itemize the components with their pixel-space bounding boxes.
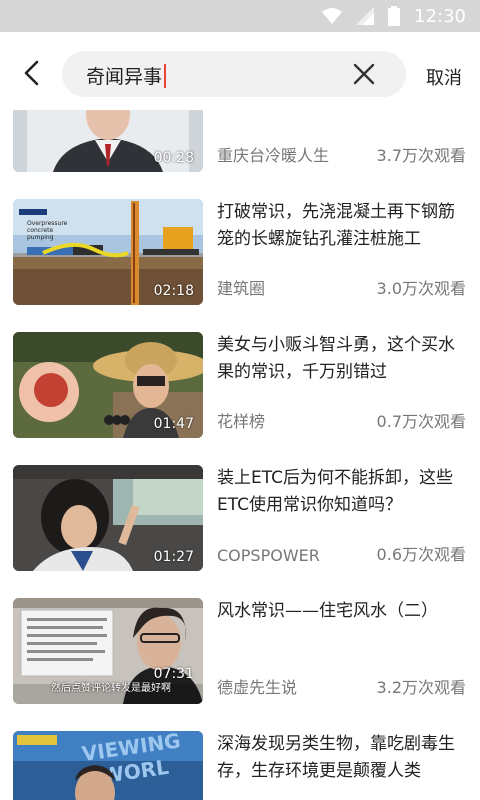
status-bar: 12:30: [0, 0, 480, 32]
cell-signal-icon: [356, 7, 375, 25]
video-thumbnail[interactable]: VIEWING WORL: [13, 731, 203, 800]
wifi-icon: [322, 8, 343, 24]
video-thumbnail[interactable]: 然后点赞评论转发是最好啊 07:31: [13, 598, 203, 704]
svg-text:concrete: concrete: [27, 227, 53, 234]
video-thumbnail[interactable]: 00:28: [13, 110, 203, 172]
channel-name[interactable]: COPSPOWER: [217, 546, 320, 565]
battery-icon: [388, 6, 401, 26]
channel-name[interactable]: 建筑圈: [217, 275, 265, 299]
cancel-button[interactable]: 取消: [426, 64, 462, 90]
video-result-item[interactable]: 然后点赞评论转发是最好啊 07:31 风水常识——住宅风水（二） 德虚先生说 3…: [0, 598, 480, 706]
view-count: 3.2万次观看: [376, 678, 466, 697]
video-duration: 00:28: [153, 150, 194, 166]
svg-text:pumping: pumping: [27, 234, 54, 241]
chevron-left-icon: [24, 60, 39, 86]
view-count: 0.6万次观看: [376, 545, 466, 564]
search-results-list[interactable]: 00:28 重庆台冷暖人生 3.7万次观看 Overpressure concr…: [0, 110, 480, 800]
video-result-item[interactable]: VIEWING WORL 深海发现另类生物，靠吃剧毒生存，生存环境更是颠覆人类: [0, 731, 480, 800]
video-result-item[interactable]: Overpressure concrete pumping 02:18 打破常识…: [0, 199, 480, 307]
channel-name[interactable]: 重庆台冷暖人生: [217, 142, 329, 166]
video-title[interactable]: 深海发现另类生物，靠吃剧毒生存，生存环境更是颠覆人类: [217, 731, 469, 785]
back-button[interactable]: [14, 56, 48, 90]
video-duration: 01:47: [153, 416, 194, 432]
view-count: 3.0万次观看: [376, 279, 466, 298]
search-box[interactable]: 奇闻异事: [62, 51, 406, 97]
channel-name[interactable]: 花样榜: [217, 408, 265, 432]
video-thumbnail[interactable]: 01:27: [13, 465, 203, 571]
video-result-item[interactable]: 01:27 装上ETC后为何不能拆卸，这些ETC使用常识你知道吗？ COPSPO…: [0, 465, 480, 573]
video-thumbnail[interactable]: Overpressure concrete pumping 02:18: [13, 199, 203, 305]
svg-text:Overpressure: Overpressure: [27, 220, 68, 227]
text-caret: [164, 63, 167, 88]
video-title[interactable]: 装上ETC后为何不能拆卸，这些ETC使用常识你知道吗？: [217, 465, 469, 519]
close-icon: [353, 63, 375, 85]
video-duration: 01:27: [153, 549, 194, 565]
view-count: 0.7万次观看: [376, 412, 466, 431]
status-time: 12:30: [414, 5, 466, 27]
video-title[interactable]: 打破常识，先浇混凝土再下钢筋笼的长螺旋钻孔灌注桩施工: [217, 199, 469, 253]
video-duration: 07:31: [153, 666, 194, 682]
search-header: 奇闻异事 取消: [0, 32, 480, 110]
video-duration: 02:18: [153, 283, 194, 299]
search-query-text: 奇闻异事: [86, 66, 163, 88]
video-title[interactable]: 风水常识——住宅风水（二）: [217, 598, 469, 625]
channel-name[interactable]: 德虚先生说: [217, 674, 297, 698]
video-thumbnail[interactable]: 01:47: [13, 332, 203, 438]
video-result-item[interactable]: 00:28 重庆台冷暖人生 3.7万次观看: [0, 110, 480, 174]
video-result-item[interactable]: 01:47 美女与小贩斗智斗勇，这个买水果的常识，千万别错过 花样榜 0.7万次…: [0, 332, 480, 440]
view-count: 3.7万次观看: [376, 146, 466, 165]
video-title[interactable]: 美女与小贩斗智斗勇，这个买水果的常识，千万别错过: [217, 332, 469, 386]
clear-search-button[interactable]: [352, 62, 376, 86]
search-input[interactable]: 奇闻异事: [86, 62, 167, 89]
